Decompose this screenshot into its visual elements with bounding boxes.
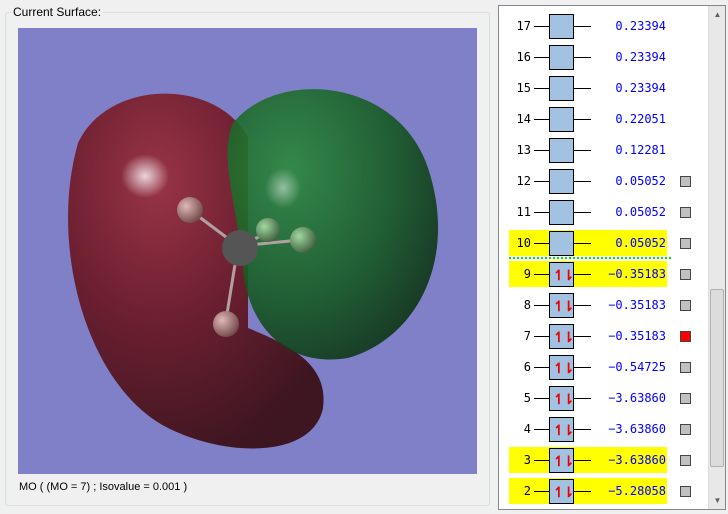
orbital-row[interactable]: 15 0.23394 — [499, 73, 709, 104]
atom-h4 — [256, 218, 280, 242]
orbital-number: 2 — [523, 484, 531, 498]
orbital-box[interactable] — [549, 169, 574, 194]
orbital-box[interactable]: ↿⇂ — [549, 355, 575, 380]
orbital-box[interactable] — [549, 107, 574, 132]
orbital-box[interactable] — [549, 200, 574, 225]
surface-checkbox[interactable] — [680, 393, 691, 404]
current-surface-label: Current Surface: — [11, 5, 104, 19]
orbital-row[interactable]: 13 0.12281 — [499, 135, 709, 166]
surface-checkbox[interactable] — [680, 269, 691, 280]
orbital-number: 6 — [523, 360, 531, 374]
orbital-row[interactable]: 14 0.22051 — [499, 104, 709, 135]
atom-h2 — [213, 311, 239, 337]
orbital-box[interactable] — [549, 14, 574, 39]
orbital-render — [68, 89, 439, 449]
orbital-number: 7 — [523, 329, 531, 343]
surface-checkbox[interactable] — [680, 238, 691, 249]
orbital-energy: 0.23394 — [615, 19, 666, 33]
mo-energy-diagram[interactable]: 17 0.23394 16 0.23394 15 0.23394 14 0.22051 13 0.… — [498, 5, 726, 510]
orbital-box[interactable]: ↿⇂ — [549, 386, 575, 411]
surface-caption: MO ( (MO = 7) ; Isovalue = 0.001 ) — [19, 481, 188, 493]
surface-checkbox[interactable] — [680, 207, 691, 218]
orbital-box[interactable]: ↿⇂ — [549, 448, 575, 473]
orbital-energy: −3.63860 — [608, 422, 666, 436]
orbital-number: 10 — [516, 236, 531, 250]
orbital-energy: −0.35183 — [608, 329, 666, 343]
atom-h1 — [177, 197, 203, 223]
orbital-energy: 0.05052 — [615, 236, 666, 250]
orbital-energy: −0.35183 — [608, 298, 666, 312]
orbital-box[interactable] — [549, 45, 574, 70]
orbital-row[interactable]: 17 0.23394 — [499, 11, 709, 42]
electron-pair-icon: ↿⇂ — [553, 267, 575, 283]
orbital-energy: 0.05052 — [615, 174, 666, 188]
electron-pair-icon: ↿⇂ — [553, 453, 575, 469]
orbital-row[interactable]: 9 ↿⇂ −0.35183 — [499, 259, 709, 290]
orbital-box[interactable]: ↿⇂ — [549, 417, 575, 442]
orbital-number: 9 — [523, 267, 531, 281]
surface-checkbox[interactable] — [680, 486, 691, 497]
orbital-number: 14 — [516, 112, 531, 126]
electron-pair-icon: ↿⇂ — [553, 360, 575, 376]
orbital-row[interactable]: 6 ↿⇂ −0.54725 — [499, 352, 709, 383]
orbital-row[interactable]: 10 0.05052 — [499, 228, 709, 259]
atom-center — [222, 230, 258, 266]
orbital-row[interactable]: 8 ↿⇂ −0.35183 — [499, 290, 709, 321]
orbital-row[interactable]: 2 ↿⇂ −5.28058 — [499, 476, 709, 507]
orbital-energy: −0.54725 — [608, 360, 666, 374]
orbital-row[interactable]: 3 ↿⇂ −3.63860 — [499, 445, 709, 476]
orbital-number: 16 — [516, 50, 531, 64]
orbital-number: 8 — [523, 298, 531, 312]
orbital-number: 5 — [523, 391, 531, 405]
orbital-number: 13 — [516, 143, 531, 157]
orbital-row[interactable]: 12 0.05052 — [499, 166, 709, 197]
surface-checkbox[interactable] — [680, 362, 691, 373]
surface-checkbox[interactable] — [680, 455, 691, 466]
orbital-box[interactable]: ↿⇂ — [549, 262, 575, 287]
orbital-number: 3 — [523, 453, 531, 467]
surface-checkbox[interactable] — [680, 300, 691, 311]
orbital-box[interactable] — [549, 231, 574, 256]
orbital-energy: −3.63860 — [608, 391, 666, 405]
vertical-scrollbar[interactable]: ▲ ▼ — [708, 6, 725, 509]
scroll-up-button[interactable]: ▲ — [709, 6, 725, 23]
orbital-number: 4 — [523, 422, 531, 436]
orbital-number: 11 — [516, 205, 531, 219]
orbital-energy: 0.22051 — [615, 112, 666, 126]
atom-h3 — [290, 227, 316, 253]
electron-pair-icon: ↿⇂ — [553, 391, 575, 407]
electron-pair-icon: ↿⇂ — [553, 484, 575, 500]
electron-pair-icon: ↿⇂ — [553, 298, 575, 314]
orbital-energy: −0.35183 — [608, 267, 666, 281]
orbital-energy: 0.12281 — [615, 143, 666, 157]
orbital-box[interactable] — [549, 138, 574, 163]
orbital-row[interactable]: 7 ↿⇂ −0.35183 — [499, 321, 709, 352]
orbital-row[interactable]: 4 ↿⇂ −3.63860 — [499, 414, 709, 445]
orbital-row[interactable]: 5 ↿⇂ −3.63860 — [499, 383, 709, 414]
orbital-energy: −5.28058 — [608, 484, 666, 498]
orbital-box[interactable]: ↿⇂ — [549, 324, 575, 349]
orbital-energy: 0.23394 — [615, 81, 666, 95]
scrollbar-thumb[interactable] — [710, 289, 724, 467]
orbital-box[interactable] — [549, 76, 574, 101]
orbital-energy: −3.63860 — [608, 453, 666, 467]
scroll-down-button[interactable]: ▼ — [709, 492, 725, 509]
surface-checkbox[interactable] — [680, 424, 691, 435]
surface-checkbox[interactable] — [680, 331, 691, 342]
orbital-number: 15 — [516, 81, 531, 95]
orbital-box[interactable]: ↿⇂ — [549, 293, 575, 318]
electron-pair-icon: ↿⇂ — [553, 329, 575, 345]
orbital-box[interactable]: ↿⇂ — [549, 479, 575, 504]
surface-checkbox[interactable] — [680, 176, 691, 187]
molecule-3d-viewport[interactable] — [18, 28, 477, 474]
orbital-row[interactable]: 16 0.23394 — [499, 42, 709, 73]
orbital-number: 12 — [516, 174, 531, 188]
orbital-row[interactable]: 11 0.05052 — [499, 197, 709, 228]
orbital-number: 17 — [516, 19, 531, 33]
orbital-energy: 0.05052 — [615, 205, 666, 219]
orbital-energy: 0.23394 — [615, 50, 666, 64]
electron-pair-icon: ↿⇂ — [553, 422, 575, 438]
